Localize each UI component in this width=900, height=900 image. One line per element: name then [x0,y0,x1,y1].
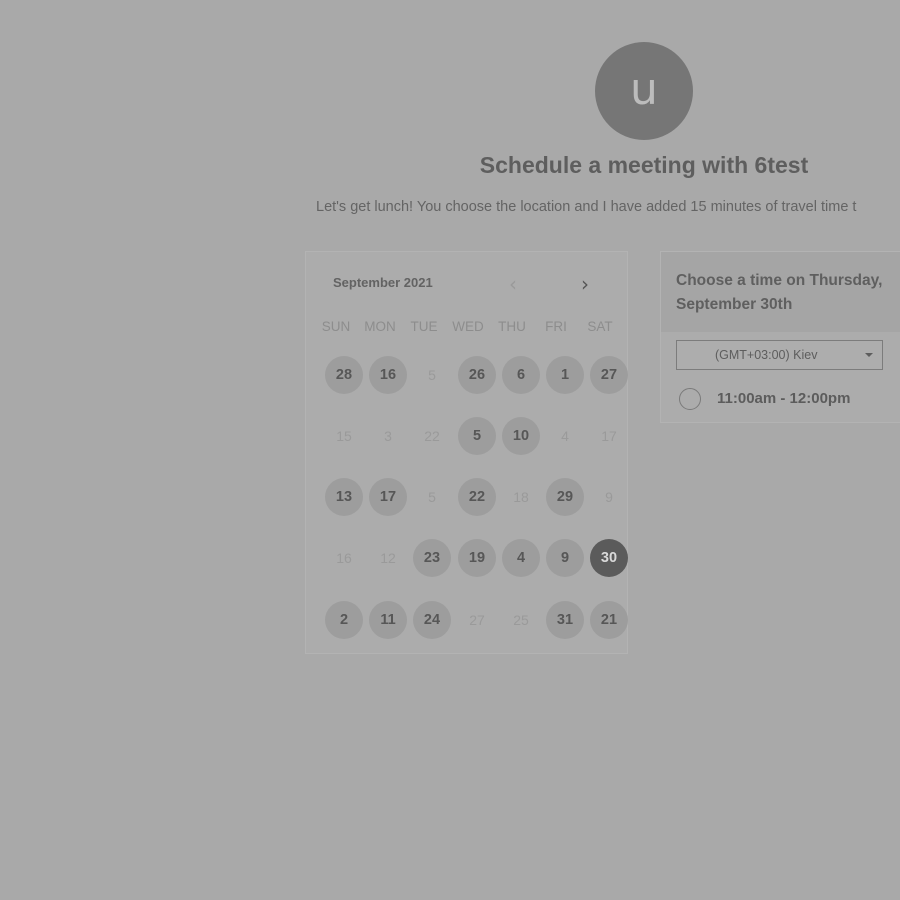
calendar-day[interactable]: 13 [325,478,363,516]
calendar-day[interactable]: 21 [590,601,628,639]
timezone-select[interactable]: (GMT+03:00) Kiev [676,340,883,370]
date-picker-calendar: September 2021 ‹ › SUN MON TUE WED THU F… [305,251,628,654]
calendar-day: 3 [384,428,392,444]
calendar-day-selected[interactable]: 30 [590,539,628,577]
page-title: Schedule a meeting with 6test [479,152,809,178]
calendar-day[interactable]: 11 [369,601,407,639]
meeting-description: Let's get lunch! You choose the location… [316,199,857,215]
scheduling-page: u Schedule a meeting with 6test Let's ge… [0,0,900,900]
calendar-day[interactable]: 24 [413,601,451,639]
calendar-day: 4 [561,428,569,444]
time-slot-label: 11:00am - 12:00pm [717,390,851,407]
weekday-label: SAT [587,319,613,334]
time-slot-option[interactable]: 11:00am - 12:00pm [679,387,900,413]
calendar-day: 5 [428,367,436,383]
avatar: u [595,42,693,140]
weekday-label: SUN [321,319,351,334]
weekday-label: MON [364,319,396,334]
calendar-day: 12 [380,550,396,566]
chevron-right-icon[interactable]: › [573,272,597,296]
calendar-day[interactable]: 17 [369,478,407,516]
calendar-day[interactable]: 22 [458,478,496,516]
calendar-day[interactable]: 29 [546,478,584,516]
weekday-label: THU [498,319,526,334]
calendar-day: 5 [428,489,436,505]
calendar-day: 15 [336,428,352,444]
calendar-day[interactable]: 27 [590,356,628,394]
calendar-month-label: September 2021 [333,275,433,290]
calendar-day: 22 [424,428,440,444]
weekday-header: SUN MON TUE WED THU FRI SAT [314,319,624,335]
calendar-day[interactable]: 26 [458,356,496,394]
calendar-day: 18 [513,489,529,505]
calendar-day[interactable]: 16 [369,356,407,394]
calendar-day: 17 [601,428,617,444]
calendar-day[interactable]: 9 [546,539,584,577]
radio-button[interactable] [679,388,701,410]
time-panel-heading: Choose a time on Thursday, September 30t… [676,272,883,313]
caret-down-icon [865,353,873,357]
calendar-day[interactable]: 10 [502,417,540,455]
calendar-day: 25 [513,612,529,628]
time-slot-panel: Choose a time on Thursday, September 30t… [660,251,900,423]
weekday-label: WED [452,319,484,334]
time-panel-header: Choose a time on Thursday, September 30t… [661,252,900,332]
timezone-value: (GMT+03:00) Kiev [715,348,818,362]
calendar-day[interactable]: 1 [546,356,584,394]
calendar-day: 9 [605,489,613,505]
weekday-label: FRI [545,319,567,334]
calendar-day[interactable]: 23 [413,539,451,577]
calendar-day[interactable]: 31 [546,601,584,639]
calendar-day[interactable]: 5 [458,417,496,455]
calendar-day[interactable]: 4 [502,539,540,577]
calendar-day[interactable]: 6 [502,356,540,394]
calendar-day: 16 [336,550,352,566]
calendar-day: 27 [469,612,485,628]
calendar-day[interactable]: 2 [325,601,363,639]
weekday-label: TUE [410,319,438,334]
calendar-day[interactable]: 28 [325,356,363,394]
chevron-left-icon[interactable]: ‹ [501,272,525,296]
calendar-day[interactable]: 19 [458,539,496,577]
